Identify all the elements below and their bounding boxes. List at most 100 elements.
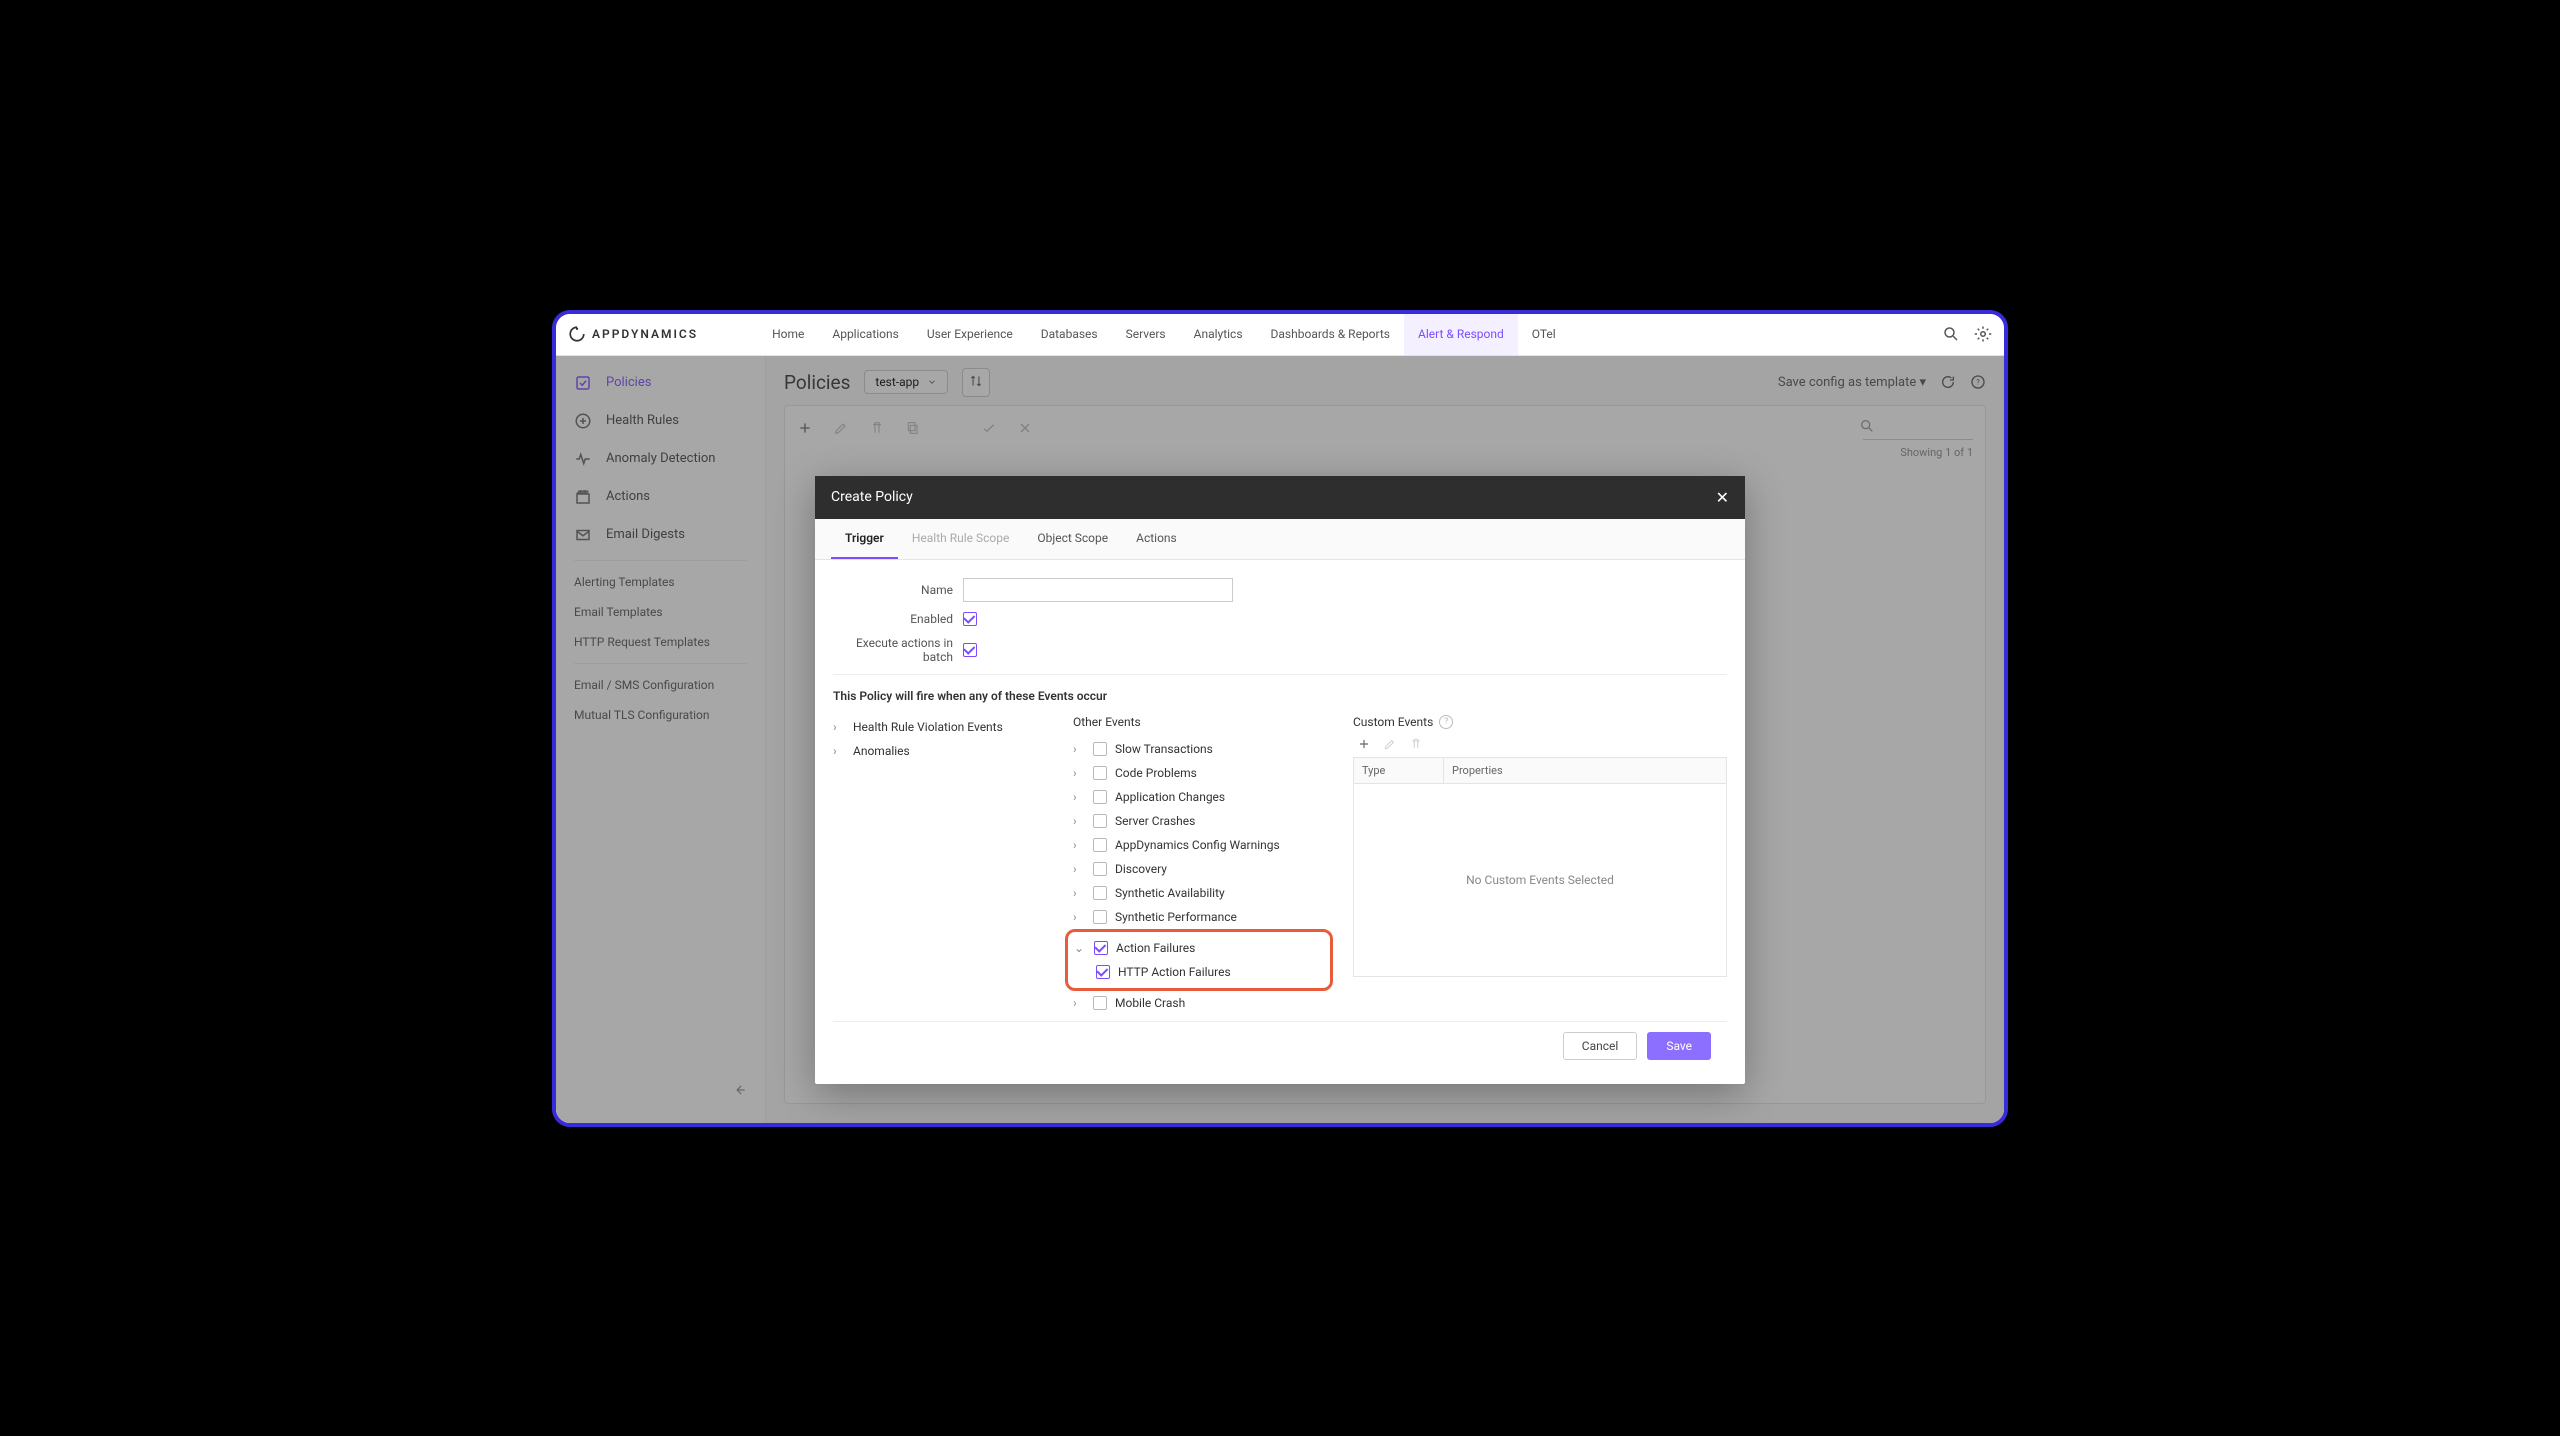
custom-events-header: Custom Events ? (1353, 715, 1727, 729)
topnav-item-user-experience[interactable]: User Experience (913, 313, 1027, 355)
event-label: Slow Transactions (1115, 742, 1213, 756)
event-item[interactable]: › Synthetic Availability (1073, 881, 1333, 905)
tree-label: Anomalies (853, 744, 910, 758)
modal-tab-actions[interactable]: Actions (1122, 519, 1191, 559)
tree-item[interactable]: ›Health Rule Violation Events (833, 715, 1053, 739)
search-icon[interactable] (1942, 325, 1960, 343)
event-label: Action Failures (1116, 941, 1195, 955)
event-checkbox[interactable] (1093, 742, 1107, 756)
topnav-item-alert-respond[interactable]: Alert & Respond (1404, 313, 1518, 355)
gear-icon[interactable] (1974, 325, 1992, 343)
enabled-checkbox[interactable] (963, 612, 977, 626)
event-checkbox[interactable] (1093, 886, 1107, 900)
app-frame: APPDYNAMICS HomeApplicationsUser Experie… (552, 310, 2008, 1127)
event-item[interactable]: › Application Changes (1073, 785, 1333, 809)
save-button[interactable]: Save (1647, 1032, 1711, 1060)
close-icon[interactable]: ✕ (1716, 488, 1729, 507)
other-events-column: Other Events › Slow Transactions › Code Pro… (1073, 715, 1333, 1015)
custom-events-empty: No Custom Events Selected (1354, 784, 1726, 976)
chevron-right-icon[interactable]: › (1073, 886, 1085, 900)
event-label: Code Problems (1115, 766, 1197, 780)
modal-tab-object-scope[interactable]: Object Scope (1023, 519, 1122, 559)
policy-name-input[interactable] (963, 578, 1233, 602)
chevron-down-icon[interactable]: ⌄ (1074, 941, 1086, 955)
event-label: Synthetic Availability (1115, 886, 1225, 900)
create-policy-modal: Create Policy ✕ TriggerHealth Rule Scope… (815, 476, 1745, 1084)
chevron-right-icon[interactable]: › (833, 720, 845, 734)
trigger-section-title: This Policy will fire when any of these … (833, 689, 1727, 703)
custom-events-table: Type Properties No Custom Events Selecte… (1353, 757, 1727, 977)
event-item[interactable]: ⌄ Action Failures (1074, 936, 1324, 960)
topnav-item-analytics[interactable]: Analytics (1180, 313, 1257, 355)
modal-body: Name Enabled Execute actions in batch Th… (815, 560, 1745, 1084)
table-header-type: Type (1354, 758, 1444, 783)
chevron-right-icon[interactable]: › (1073, 814, 1085, 828)
chevron-right-icon[interactable]: › (1073, 910, 1085, 924)
modal-title: Create Policy (831, 489, 913, 505)
chevron-right-icon[interactable]: › (1073, 838, 1085, 852)
event-item[interactable]: › Synthetic Performance (1073, 905, 1333, 929)
divider (833, 674, 1727, 675)
table-header-properties: Properties (1444, 758, 1726, 783)
event-checkbox[interactable] (1096, 965, 1110, 979)
custom-events-column: Custom Events ? Type (1353, 715, 1727, 1015)
top-nav: HomeApplicationsUser ExperienceDatabases… (758, 313, 1570, 355)
event-item[interactable]: › Slow Transactions (1073, 737, 1333, 761)
topnav-item-databases[interactable]: Databases (1027, 313, 1112, 355)
event-checkbox[interactable] (1093, 910, 1107, 924)
modal-footer: Cancel Save (833, 1021, 1727, 1074)
edit-icon[interactable] (1383, 737, 1397, 751)
topnav-item-home[interactable]: Home (758, 313, 818, 355)
event-label: Mobile Crash (1115, 996, 1185, 1010)
help-icon[interactable]: ? (1439, 715, 1453, 729)
enabled-label: Enabled (833, 612, 963, 626)
health-events-column: ›Health Rule Violation Events›Anomalies (833, 715, 1053, 1015)
event-item[interactable]: › Code Problems (1073, 761, 1333, 785)
event-checkbox[interactable] (1094, 941, 1108, 955)
event-item[interactable]: › Discovery (1073, 857, 1333, 881)
event-item[interactable]: › AppDynamics Config Warnings (1073, 833, 1333, 857)
event-label: Server Crashes (1115, 814, 1195, 828)
chevron-right-icon[interactable]: › (1073, 766, 1085, 780)
tree-item[interactable]: › Anomalies (833, 739, 1053, 763)
event-checkbox[interactable] (1093, 766, 1107, 780)
modal-tab-trigger[interactable]: Trigger (831, 519, 898, 559)
custom-events-toolbar (1353, 737, 1727, 751)
brand-text: APPDYNAMICS (592, 327, 698, 341)
other-events-header: Other Events (1073, 715, 1333, 729)
event-label: HTTP Action Failures (1118, 965, 1231, 979)
event-child-item[interactable]: HTTP Action Failures (1096, 960, 1324, 984)
event-label: AppDynamics Config Warnings (1115, 838, 1280, 852)
topnav-item-otel[interactable]: OTel (1518, 313, 1570, 355)
cancel-button[interactable]: Cancel (1563, 1032, 1638, 1060)
chevron-right-icon[interactable]: › (1073, 790, 1085, 804)
chevron-right-icon[interactable]: › (1073, 862, 1085, 876)
event-checkbox[interactable] (1093, 838, 1107, 852)
chevron-right-icon[interactable]: › (1073, 996, 1085, 1010)
add-icon[interactable] (1357, 737, 1371, 751)
event-checkbox[interactable] (1093, 814, 1107, 828)
event-item[interactable]: › Server Crashes (1073, 809, 1333, 833)
chevron-right-icon[interactable]: › (833, 744, 845, 758)
topnav-item-applications[interactable]: Applications (818, 313, 912, 355)
appdynamics-logo-icon (568, 325, 586, 343)
topbar-actions (1942, 325, 1992, 343)
main-area: PoliciesHealth RulesAnomaly DetectionAct… (556, 356, 2004, 1123)
modal-header: Create Policy ✕ (815, 476, 1745, 519)
batch-label: Execute actions in batch (833, 636, 963, 664)
event-label: Application Changes (1115, 790, 1225, 804)
event-label: Synthetic Performance (1115, 910, 1237, 924)
event-checkbox[interactable] (1093, 996, 1107, 1010)
delete-icon[interactable] (1409, 737, 1423, 751)
modal-tab-health-rule-scope: Health Rule Scope (898, 519, 1024, 559)
event-checkbox[interactable] (1093, 790, 1107, 804)
topnav-item-servers[interactable]: Servers (1112, 313, 1180, 355)
event-item[interactable]: › Mobile Crash (1073, 991, 1333, 1015)
batch-checkbox[interactable] (963, 643, 977, 657)
chevron-right-icon[interactable]: › (1073, 742, 1085, 756)
trigger-columns: ›Health Rule Violation Events›Anomalies … (833, 715, 1727, 1015)
event-checkbox[interactable] (1093, 862, 1107, 876)
topnav-item-dashboards-reports[interactable]: Dashboards & Reports (1257, 313, 1404, 355)
event-label: Discovery (1115, 862, 1167, 876)
brand-logo: APPDYNAMICS (568, 325, 698, 343)
